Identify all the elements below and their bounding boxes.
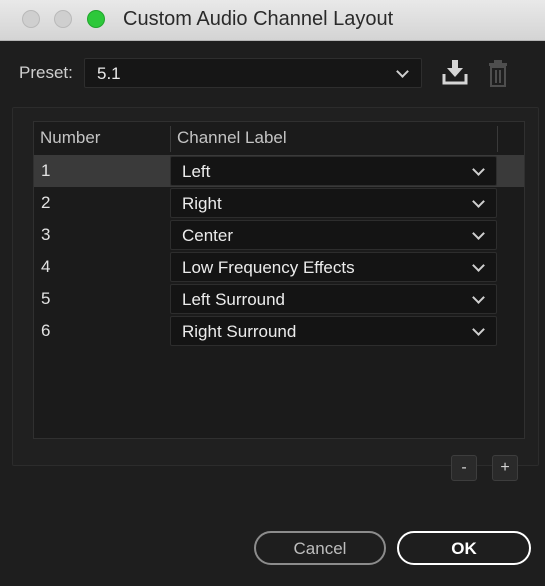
trash-icon[interactable] [487,58,509,88]
row-number: 5 [41,289,51,308]
chevron-down-icon [472,259,485,272]
chevron-down-icon [472,163,485,176]
column-header-number[interactable]: Number [40,128,100,148]
cancel-button[interactable]: Cancel [254,531,386,565]
row-number: 4 [41,257,51,276]
row-number: 1 [41,161,51,180]
zoom-window-button[interactable] [87,10,105,28]
title-bar: Custom Audio Channel Layout [0,0,545,41]
remove-channel-button[interactable]: - [451,455,477,481]
close-window-button[interactable] [22,10,40,28]
table-row[interactable]: 2 Right [34,187,524,219]
row-number: 3 [41,225,51,244]
table-row[interactable]: 3 Center [34,219,524,251]
channel-label-value: Left Surround [182,290,286,309]
channel-label-dropdown[interactable]: Low Frequency Effects [170,252,497,282]
preset-dropdown[interactable]: 5.1 [84,58,422,88]
column-divider [170,126,171,152]
chevron-down-icon [472,291,485,304]
add-channel-button[interactable]: + [492,455,518,481]
row-number: 6 [41,321,51,340]
channel-label-dropdown[interactable]: Left [170,156,497,186]
window-title: Custom Audio Channel Layout [123,8,394,30]
channel-label-value: Right Surround [182,322,297,341]
minimize-window-button[interactable] [54,10,72,28]
table-row[interactable]: 1 Left [34,155,524,187]
chevron-down-icon [472,323,485,336]
channel-label-dropdown[interactable]: Left Surround [170,284,497,314]
preset-label: Preset: [19,63,73,82]
channel-label-dropdown[interactable]: Right Surround [170,316,497,346]
chevron-down-icon [396,65,409,78]
channel-label-dropdown[interactable]: Right [170,188,497,218]
table-row[interactable]: 4 Low Frequency Effects [34,251,524,283]
column-header-channel-label[interactable]: Channel Label [177,128,287,148]
channel-label-value: Left [182,162,211,181]
row-number: 2 [41,193,51,212]
channel-label-value: Low Frequency Effects [182,258,355,277]
table-row[interactable]: 6 Right Surround [34,315,524,347]
column-divider [497,126,498,152]
chevron-down-icon [472,195,485,208]
ok-button[interactable]: OK [397,531,531,565]
preset-value: 5.1 [97,64,121,83]
channel-label-dropdown[interactable]: Center [170,220,497,250]
channel-label-value: Center [182,226,234,245]
channel-label-value: Right [182,194,222,213]
chevron-down-icon [472,227,485,240]
save-preset-icon[interactable] [441,58,469,86]
table-row[interactable]: 5 Left Surround [34,283,524,315]
